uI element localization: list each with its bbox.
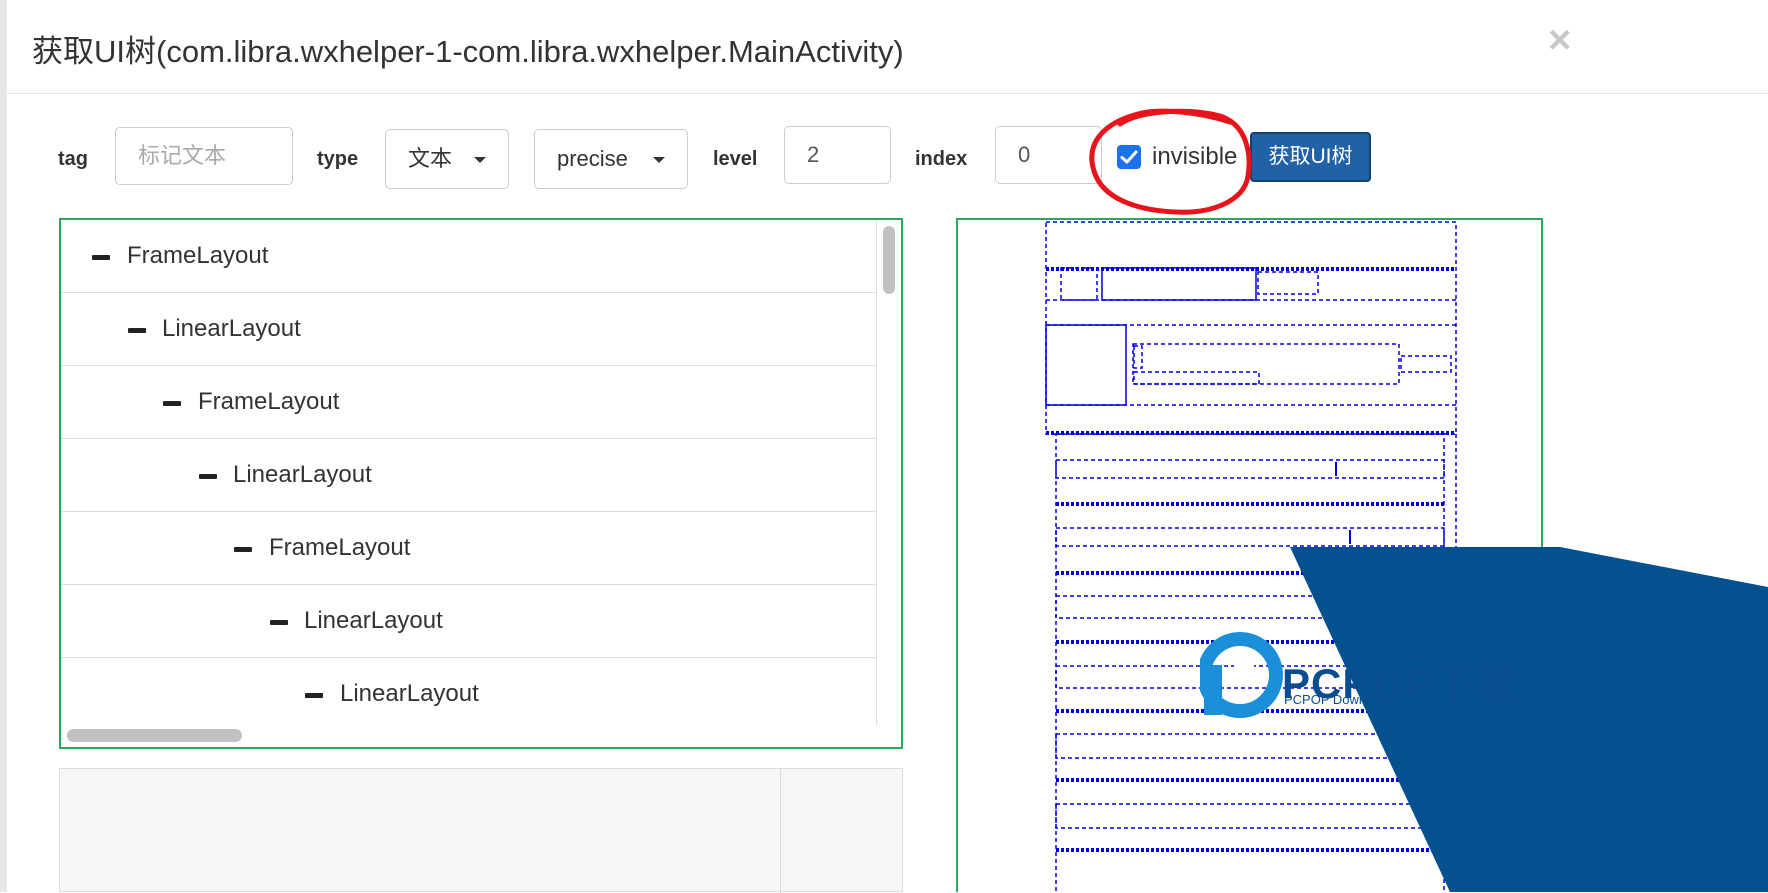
tree-node-row[interactable]: FrameLayout <box>61 366 876 439</box>
tree-node-label: FrameLayout <box>127 242 269 269</box>
tree-node-row[interactable]: LinearLayout <box>61 585 876 658</box>
type-dropdown[interactable]: 文本 <box>385 129 509 189</box>
invisible-label: invisible <box>1152 143 1238 170</box>
index-label: index <box>915 148 968 170</box>
type-label: type <box>317 148 359 170</box>
table-column-divider <box>780 769 781 893</box>
tree-node-label: LinearLayout <box>304 607 443 634</box>
modal-title: 获取UI树(com.libra.wxhelper-1-com.libra.wxh… <box>32 34 904 69</box>
tree-node-row[interactable]: LinearLayout <box>61 293 876 366</box>
tree-node-label: FrameLayout <box>269 534 411 561</box>
collapse-icon[interactable] <box>92 255 110 260</box>
tree-node-label: LinearLayout <box>162 315 301 342</box>
node-detail-table <box>59 768 903 893</box>
chevron-down-icon <box>474 157 486 163</box>
index-input[interactable]: 0 <box>995 126 1102 184</box>
tree-node-row[interactable]: LinearLayout <box>61 658 876 730</box>
type-dropdown-value: 文本 <box>408 146 453 171</box>
watermark-subtitle: PCPOP Download <box>1284 692 1391 707</box>
collapse-icon[interactable] <box>270 620 288 625</box>
tree-node-row[interactable]: FrameLayout <box>61 512 876 585</box>
tree-node-label: FrameLayout <box>198 388 340 415</box>
collapse-icon[interactable] <box>128 328 146 333</box>
ui-tree-panel: FrameLayout LinearLayout FrameLayout Lin… <box>59 218 903 749</box>
vertical-scrollbar[interactable] <box>883 226 895 294</box>
tree-node-label: LinearLayout <box>340 680 479 707</box>
level-input[interactable]: 2 <box>784 126 891 184</box>
tree-node-label: LinearLayout <box>233 461 372 488</box>
match-mode-value: precise <box>557 146 628 171</box>
close-icon[interactable]: × <box>1548 20 1571 60</box>
collapse-icon[interactable] <box>199 474 217 479</box>
layout-bounds-preview <box>1045 221 1457 892</box>
collapse-icon[interactable] <box>163 401 181 406</box>
level-label: level <box>713 148 758 170</box>
collapse-icon[interactable] <box>305 693 323 698</box>
layout-preview-panel <box>956 218 1543 892</box>
modal-header: 获取UI树(com.libra.wxhelper-1-com.libra.wxh… <box>7 0 1768 94</box>
tag-label: tag <box>58 148 88 170</box>
ui-tree-list: FrameLayout LinearLayout FrameLayout Lin… <box>61 220 877 725</box>
invisible-checkbox[interactable] <box>1117 145 1141 169</box>
fetch-ui-tree-button[interactable]: 获取UI树 <box>1250 132 1371 182</box>
chevron-down-icon <box>653 157 665 163</box>
tag-input[interactable]: 标记文本 <box>115 127 293 185</box>
collapse-icon[interactable] <box>234 547 252 552</box>
horizontal-scrollbar[interactable] <box>67 729 242 742</box>
tree-node-row[interactable]: LinearLayout <box>61 439 876 512</box>
match-mode-dropdown[interactable]: precise <box>534 129 688 189</box>
tree-node-row[interactable]: FrameLayout <box>61 220 876 293</box>
checkmark-icon <box>1120 150 1138 164</box>
window-edge <box>0 0 7 892</box>
